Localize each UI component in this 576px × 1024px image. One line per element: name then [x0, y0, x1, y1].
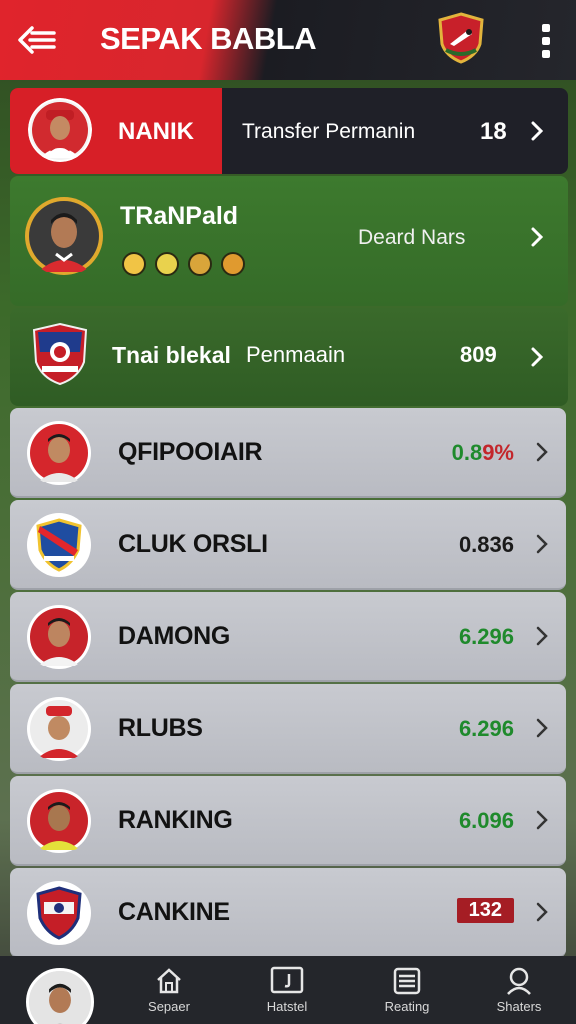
chevron-right-icon[interactable] — [536, 718, 548, 738]
search-icon — [507, 967, 531, 995]
list-item[interactable]: CANKINE 132 — [10, 868, 566, 958]
chevron-right-icon[interactable] — [530, 120, 544, 142]
player-avatar — [27, 697, 91, 761]
player-avatar — [27, 605, 91, 669]
shield-icon — [155, 252, 179, 276]
nav-label: Reating — [384, 999, 430, 1014]
nav-label: Hatstel — [266, 999, 308, 1014]
home-icon — [157, 968, 181, 994]
bottom-navigation: Sepaer Hatstel Reating Shaters — [0, 956, 576, 1024]
club-name: Tnai blekal — [112, 342, 231, 368]
list-item[interactable]: CLUK ORSLI 0.836 — [10, 500, 566, 590]
list-item-name: DAMONG — [118, 622, 231, 650]
trophy-icon — [188, 252, 212, 276]
chevron-right-icon[interactable] — [536, 534, 548, 554]
transfer-label: Transfer Permanin — [242, 120, 416, 143]
club-crest-icon — [27, 881, 91, 945]
nav-label: Sepaer — [148, 999, 190, 1014]
nav-item-search[interactable]: Shaters — [474, 966, 564, 1022]
player-name: NANIK — [118, 118, 194, 145]
nav-item-media[interactable]: Hatstel — [242, 966, 332, 1022]
player-avatar — [27, 789, 91, 853]
list-icon — [393, 967, 421, 995]
player-name: TRaNPald — [120, 202, 239, 230]
club-crest-icon[interactable] — [438, 12, 484, 64]
list-item[interactable]: DAMONG 6.296 — [10, 592, 566, 682]
app-header: SEPAK BABLA — [0, 0, 576, 80]
ranking-list: QFIPOOIAIR 0.89% CLUK ORSLI 0.836 DAMONG… — [10, 408, 566, 958]
list-item-value: 132 — [456, 898, 514, 923]
chevron-right-icon[interactable] — [530, 346, 544, 368]
list-item[interactable]: RANKING 6.096 — [10, 776, 566, 866]
list-item-value: 6.296 — [458, 624, 514, 649]
club-label: Penmaain — [246, 342, 346, 367]
list-item[interactable]: QFIPOOIAIR 0.89% — [10, 408, 566, 498]
chevron-right-icon[interactable] — [536, 626, 548, 646]
list-item-value: 6.296 — [458, 716, 514, 741]
medal-icon — [221, 252, 245, 276]
player-avatar — [28, 98, 92, 162]
featured-card-player[interactable]: TRaNPald Deard Nars — [10, 176, 568, 306]
list-item-value: 6.096 — [458, 808, 514, 833]
chevron-right-icon[interactable] — [530, 226, 544, 248]
nav-label: Shaters — [496, 999, 542, 1014]
featured-card-club[interactable]: Tnai blekal Penmaain 809 — [10, 308, 568, 406]
list-item-name: CANKINE — [118, 898, 230, 926]
club-crest-icon — [27, 513, 91, 577]
back-arrow-icon[interactable] — [14, 20, 58, 60]
featured-card-transfer[interactable]: NANIK Transfer Permanin 18 — [10, 88, 568, 174]
page-title: SEPAK BABLA — [100, 21, 317, 56]
profile-avatar[interactable] — [26, 968, 94, 1024]
list-item-value: 0.836 — [458, 532, 514, 557]
chevron-right-icon[interactable] — [536, 442, 548, 462]
banana-icon — [122, 252, 146, 276]
chevron-right-icon[interactable] — [536, 902, 548, 922]
club-value: 809 — [460, 342, 497, 367]
list-item-name: CLUK ORSLI — [118, 530, 268, 558]
player-avatar — [25, 197, 103, 275]
chevron-right-icon[interactable] — [536, 810, 548, 830]
media-icon — [270, 966, 304, 994]
list-item-name: RLUBS — [118, 714, 203, 742]
transfer-count: 18 — [480, 118, 507, 145]
nav-item-rating[interactable]: Reating — [362, 966, 452, 1022]
player-status: Deard Nars — [358, 226, 466, 249]
player-avatar — [27, 421, 91, 485]
more-vertical-icon[interactable] — [530, 18, 562, 62]
list-item-name: RANKING — [118, 806, 233, 834]
nav-item-home[interactable]: Sepaer — [124, 966, 214, 1022]
list-item-name: QFIPOOIAIR — [118, 438, 263, 466]
achievement-icons — [122, 252, 245, 276]
list-item[interactable]: RLUBS 6.296 — [10, 684, 566, 774]
list-item-value: 0.89% — [451, 440, 514, 465]
club-crest-icon — [32, 322, 88, 386]
